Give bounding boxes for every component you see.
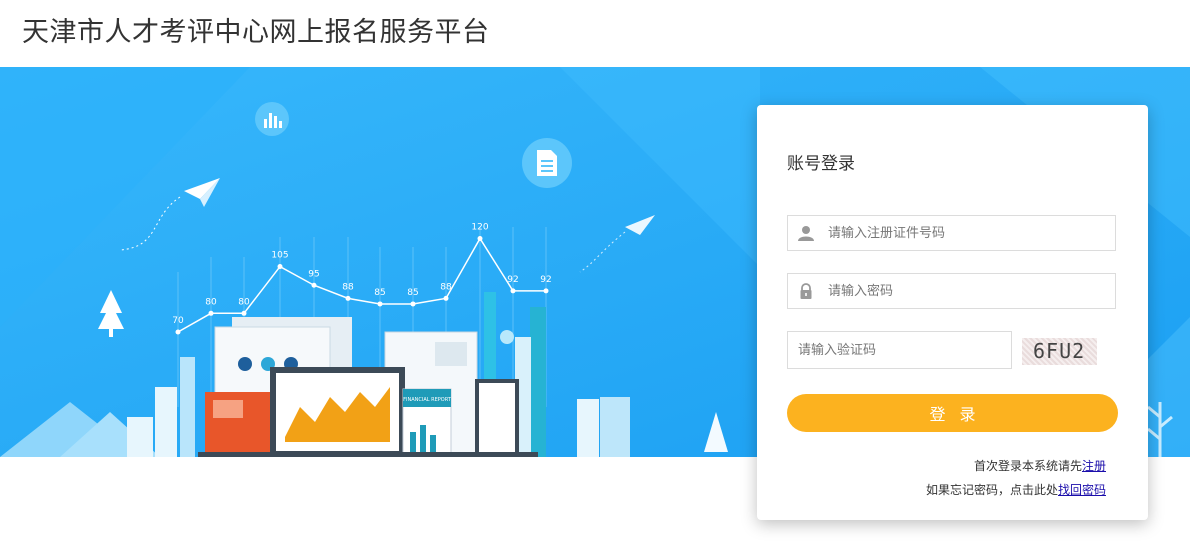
document-icon (522, 138, 572, 188)
password-field (787, 273, 1116, 309)
chart-value-label: 88 (342, 282, 354, 292)
header: 天津市人才考评中心网上报名服务平台 (0, 0, 1190, 67)
chart-point (510, 288, 516, 294)
chart-value-label: 70 (172, 316, 184, 326)
chart-point (208, 310, 214, 316)
chart-value-label: 120 (471, 223, 488, 233)
register-hint-text: 首次登录本系统请先 (973, 459, 1082, 473)
forgot-hint-text: 如果忘记密码，点击此处 (925, 483, 1058, 497)
chart-value-label: 85 (374, 288, 385, 298)
chart-value-label: 105 (271, 251, 288, 261)
login-title: 账号登录 (787, 154, 855, 174)
chart-value-label: 92 (507, 275, 518, 285)
forgot-password-link[interactable]: 找回密码 (1058, 483, 1106, 497)
captcha-image[interactable]: 6FU2 (1022, 338, 1097, 365)
chart-point (311, 282, 317, 288)
login-button[interactable]: 登录 (787, 394, 1118, 432)
site-title: 天津市人才考评中心网上报名服务平台 (22, 17, 490, 48)
password-input[interactable] (828, 274, 1108, 308)
captcha-text: 6FU2 (1033, 339, 1086, 363)
login-card: 账号登录 6FU2 登录 首次登录本系统请先注册 如果忘记密码，点击此处找回密码 (757, 105, 1148, 520)
chart-point (377, 301, 383, 307)
chart-point (443, 295, 449, 301)
captcha-field (787, 331, 1012, 369)
chart-value-label: 80 (205, 297, 217, 307)
chart-value-label: 80 (238, 297, 250, 307)
lock-icon (800, 283, 812, 299)
chart-point (543, 288, 549, 294)
id-number-field (787, 215, 1116, 251)
register-link[interactable]: 注册 (1082, 459, 1106, 473)
chart-value-label: 92 (540, 275, 551, 285)
chart-point (477, 236, 483, 241)
chart-value-label: 88 (440, 282, 452, 292)
captcha-input[interactable] (798, 332, 1003, 368)
chart-point (277, 264, 283, 270)
id-number-input[interactable] (828, 216, 1108, 250)
chart-point (345, 295, 351, 301)
chart-point (410, 301, 416, 307)
chart-point (241, 310, 247, 316)
report-caption: FINANCIAL REPORT (403, 397, 452, 403)
chart-point (175, 329, 181, 335)
forgot-hint: 如果忘记密码，点击此处找回密码 (926, 481, 1106, 498)
chart-value-label: 95 (308, 269, 319, 279)
user-icon (798, 226, 814, 241)
bar-chart-icon (255, 102, 289, 136)
chart-value-label: 85 (407, 288, 418, 298)
register-hint: 首次登录本系统请先注册 (974, 457, 1106, 474)
